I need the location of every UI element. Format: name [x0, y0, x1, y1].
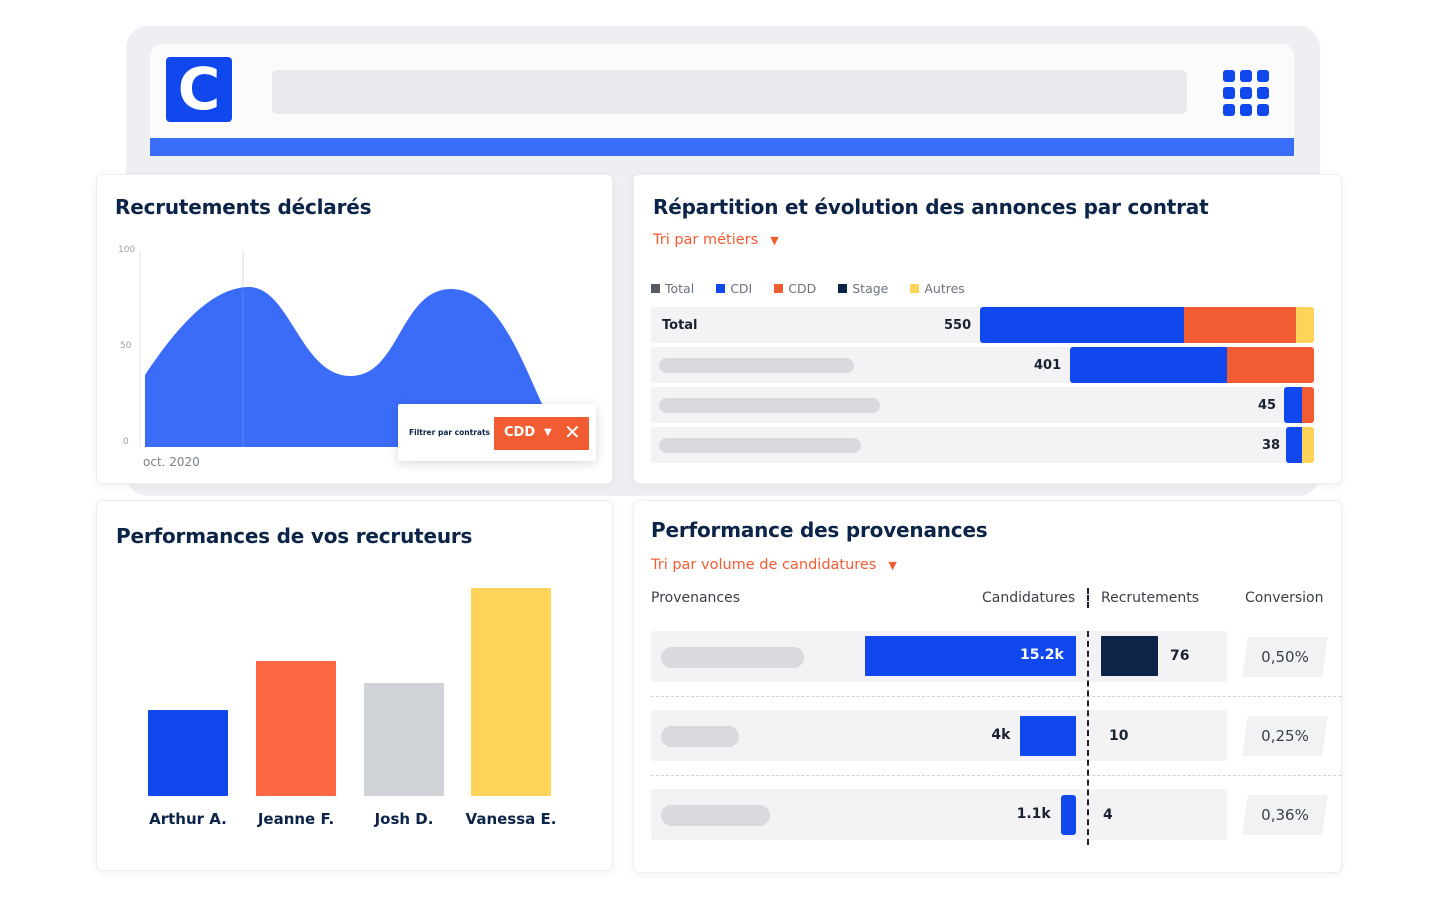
contracts-sort[interactable]: Tri par métiers ▼ — [653, 232, 779, 248]
legend-item[interactable]: Total — [651, 281, 694, 296]
applications-value: 4k — [991, 727, 1011, 743]
recruiter-name: Josh D. — [374, 810, 434, 828]
row-divider — [651, 775, 1341, 776]
conversion-value: 0,50% — [1261, 648, 1309, 666]
source-name-placeholder — [661, 647, 804, 668]
applications-value: 15.2k — [1020, 647, 1064, 663]
sort-label: Tri par métiers — [653, 232, 759, 248]
recruiter-bar — [364, 682, 444, 796]
sources-sort[interactable]: Tri par volume de candidatures ▼ — [651, 557, 897, 573]
hires-value: 10 — [1109, 728, 1129, 744]
hires-value: 4 — [1103, 807, 1113, 823]
caret-down-icon: ▼ — [888, 559, 897, 572]
cdd-segment — [1227, 347, 1314, 383]
conversion-value: 0,36% — [1261, 806, 1309, 824]
recruiter-bar — [256, 661, 336, 796]
row-total: 550 — [944, 318, 972, 333]
recruiter-name: Jeanne F. — [257, 810, 335, 828]
row-label-placeholder — [659, 438, 861, 453]
sources-title: Performance des provenances — [651, 518, 988, 542]
legend-label: CDD — [788, 281, 817, 296]
row-divider — [651, 696, 1341, 697]
filter-label: Filtrer par contrats — [409, 428, 491, 437]
hires-bar — [1101, 636, 1158, 676]
applications-bar — [1020, 716, 1076, 756]
row-label-placeholder — [659, 398, 880, 413]
applications-bar — [1060, 795, 1076, 835]
legend-item[interactable]: CDI — [716, 281, 752, 296]
cdi-segment — [1283, 387, 1302, 423]
legend-item[interactable]: Autres — [910, 281, 965, 296]
row-label-placeholder — [659, 358, 854, 373]
recruiter-name: Vanessa E. — [465, 810, 557, 828]
cdd-segment — [1302, 387, 1314, 423]
legend-label: Total — [665, 281, 695, 296]
recruiter-bar — [471, 588, 551, 796]
conversion-cell: 0,36% — [1242, 795, 1328, 835]
recruiter-name: Arthur A. — [149, 810, 227, 828]
row-total: 38 — [1262, 438, 1281, 453]
hires-value: 76 — [1170, 648, 1190, 664]
legend-label: Stage — [852, 281, 889, 296]
autres-segment — [1302, 427, 1314, 463]
conversion-cell: 0,50% — [1242, 637, 1328, 677]
contract-filter-popover: Filtrer par contrats CDD ▼ ✕ — [398, 404, 596, 461]
conversion-cell: 0,25% — [1242, 716, 1328, 756]
contracts-legend: Total CDI CDD Stage Autres — [651, 281, 987, 296]
caret-down-icon[interactable]: ▼ — [544, 427, 552, 438]
row-total: 401 — [1034, 358, 1062, 373]
legend-item[interactable]: Stage — [838, 281, 888, 296]
autres-segment — [1295, 307, 1314, 343]
caret-down-icon: ▼ — [770, 234, 779, 247]
cdi-segment — [1070, 347, 1228, 383]
cdi-segment — [980, 307, 1185, 343]
cdd-segment — [1184, 307, 1296, 343]
legend-label: CDI — [730, 281, 753, 296]
source-name-placeholder — [661, 805, 770, 826]
dashboard-stage: C Recrutements déclarés 100 50 0 oct. 20… — [0, 0, 1440, 900]
filter-value: CDD — [504, 425, 536, 440]
recruiter-bar — [148, 710, 228, 796]
conversion-value: 0,25% — [1261, 727, 1309, 745]
column-header-applications[interactable]: Candidatures — [982, 590, 1075, 606]
contracts-title: Répartition et évolution des annonces pa… — [653, 195, 1209, 219]
row-total: 45 — [1258, 398, 1277, 413]
x-tick-label: oct. 2020 — [143, 455, 200, 469]
applications-value: 1.1k — [1016, 806, 1051, 822]
column-header-hires[interactable]: Recrutements — [1101, 590, 1199, 606]
column-divider — [1087, 631, 1089, 845]
source-name-placeholder — [661, 726, 739, 747]
contract-filter-chip[interactable]: CDD ▼ ✕ — [494, 417, 589, 450]
sort-label: Tri par volume de candidatures — [651, 557, 877, 573]
column-divider — [1087, 588, 1089, 608]
recruiters-title: Performances de vos recruteurs — [116, 524, 473, 548]
column-header-conversion[interactable]: Conversion — [1245, 590, 1324, 606]
cdi-segment — [1286, 427, 1302, 463]
column-header-source[interactable]: Provenances — [651, 590, 740, 606]
legend-label: Autres — [924, 281, 965, 296]
row-label: Total — [662, 318, 698, 333]
close-icon[interactable]: ✕ — [564, 420, 581, 444]
legend-item[interactable]: CDD — [774, 281, 816, 296]
